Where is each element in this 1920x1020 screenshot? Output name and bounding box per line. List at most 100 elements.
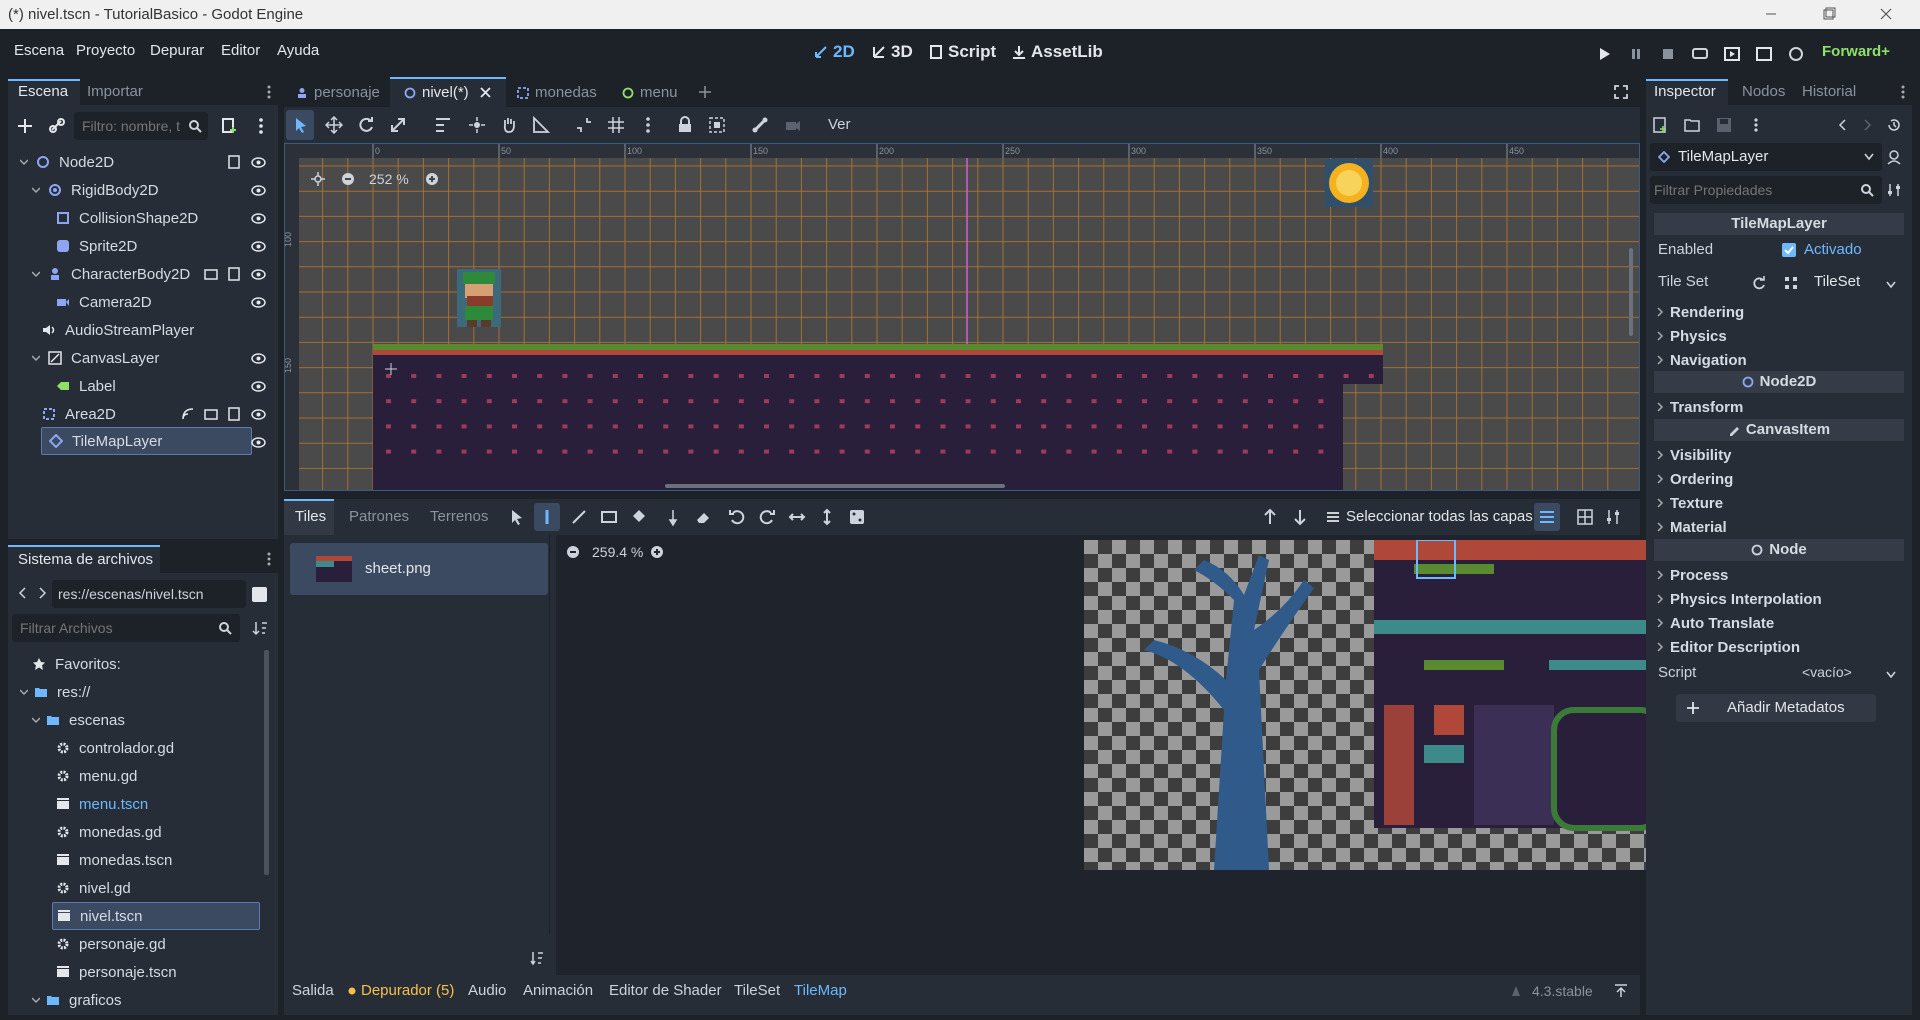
visibility-eye-icon[interactable] [251, 183, 266, 198]
rotate-right-icon[interactable] [758, 508, 776, 526]
file-filter-input[interactable] [18, 619, 208, 637]
random-tile-icon[interactable] [848, 508, 866, 526]
visibility-eye-icon[interactable] [251, 267, 266, 282]
visibility-eye-icon[interactable] [251, 407, 266, 422]
atlas-zoom[interactable]: 259.4 % [592, 544, 643, 560]
zoom-out-icon[interactable] [566, 545, 580, 559]
reset-icon[interactable] [1752, 276, 1766, 290]
eraser-tool-icon[interactable] [694, 508, 712, 526]
history-back-icon[interactable] [1838, 119, 1848, 131]
fs-res-folder[interactable]: res:// [20, 678, 90, 706]
grid-snap-icon[interactable] [607, 116, 625, 134]
inspector-category[interactable]: Editor Description [1656, 635, 1800, 659]
dock-menu-icon[interactable] [266, 551, 272, 567]
close-tab-icon[interactable] [480, 87, 491, 98]
chevron-down-icon[interactable] [32, 270, 40, 278]
pan-tool-icon[interactable] [500, 116, 518, 134]
snap-options-icon[interactable] [639, 116, 657, 134]
fs-file[interactable]: nivel.gd [56, 874, 131, 902]
history-forward-icon[interactable] [1862, 119, 1872, 131]
zoom-out-icon[interactable] [341, 172, 355, 186]
inspector-category[interactable]: Navigation [1656, 348, 1747, 372]
list-select-icon[interactable] [434, 116, 452, 134]
visibility-eye-icon[interactable] [251, 351, 266, 366]
override-camera-icon[interactable] [784, 116, 802, 134]
bottom-tab-tileset[interactable]: TileSet [734, 982, 780, 999]
chevron-down-icon[interactable] [1886, 281, 1896, 289]
tree-node-camera2d[interactable]: Camera2D [56, 288, 270, 316]
chevron-down-icon[interactable] [20, 688, 28, 696]
fs-file[interactable]: monedas.gd [56, 818, 162, 846]
inspector-category[interactable]: Transform [1656, 395, 1743, 419]
menu-ayuda[interactable]: Ayuda [277, 42, 319, 59]
tab-escena[interactable]: Escena [18, 83, 68, 100]
inspector-category[interactable]: Rendering [1656, 300, 1744, 324]
viewport-vscroll[interactable] [1629, 248, 1633, 336]
visibility-eye-icon[interactable] [251, 211, 266, 226]
editor-tab-personaje[interactable]: personaje [296, 84, 380, 101]
visibility-eye-icon[interactable] [251, 435, 266, 450]
canvas-viewport[interactable]: 0 50 100 150 200 250 300 350 400 450 100 150 252 % [284, 143, 1640, 491]
editor-tab-menu[interactable]: menu [622, 84, 678, 101]
stop-icon[interactable] [1659, 45, 1677, 63]
tree-node-audiostreamplayer[interactable]: AudioStreamPlayer [42, 316, 270, 344]
sort-icon[interactable] [252, 620, 268, 636]
tab-historial[interactable]: Historial [1802, 83, 1856, 100]
dock-menu-icon[interactable] [1900, 84, 1906, 100]
scene-filter-box[interactable] [74, 112, 208, 140]
menu-depurar[interactable]: Depurar [150, 42, 204, 59]
attach-script-icon[interactable] [220, 117, 238, 135]
select-tool-icon[interactable] [508, 508, 526, 526]
property-options-icon[interactable] [1886, 182, 1902, 198]
fs-file-selected[interactable]: nivel.tscn [52, 902, 260, 930]
fullscreen-icon[interactable] [1614, 85, 1628, 99]
menu-proyecto[interactable]: Proyecto [76, 42, 135, 59]
bucket-tool-icon[interactable] [630, 508, 648, 526]
new-resource-icon[interactable] [1652, 117, 1670, 135]
atlas-viewer[interactable]: 259.4 % [556, 535, 1788, 975]
move-tool-icon[interactable] [325, 116, 343, 134]
fs-file[interactable]: personaje.tscn [56, 958, 177, 986]
renderer-label[interactable]: Forward+ [1822, 43, 1890, 60]
toggle-grid-icon[interactable] [1576, 508, 1594, 526]
play-custom-icon[interactable] [1755, 45, 1773, 63]
scene-filter-input[interactable] [80, 117, 186, 135]
remote-debug-icon[interactable] [1691, 45, 1709, 63]
viewport-zoom[interactable]: 252 % [369, 171, 409, 187]
file-filter-box[interactable] [12, 614, 240, 642]
viewport-canvas[interactable]: 0 50 100 150 200 250 300 350 400 450 100 150 [285, 144, 1640, 491]
center-view-icon[interactable] [311, 172, 325, 186]
mode-2d[interactable]: 2D [814, 42, 855, 62]
inspector-category[interactable]: Visibility [1656, 443, 1731, 467]
minimize-button[interactable] [1748, 0, 1794, 29]
tab-filesystem[interactable]: Sistema de archivos [18, 551, 153, 568]
bottom-tab-animacion[interactable]: Animación [523, 982, 593, 999]
menu-escena[interactable]: Escena [14, 42, 64, 59]
bottom-tab-depurador[interactable]: Depurador (5) [348, 982, 454, 999]
chevron-down-icon[interactable] [20, 158, 28, 166]
tab-tiles[interactable]: Tiles [295, 508, 326, 525]
zoom-in-icon[interactable] [425, 172, 439, 186]
add-node-icon[interactable] [16, 117, 34, 135]
inspector-category[interactable]: Ordering [1656, 467, 1733, 491]
visibility-eye-icon[interactable] [251, 155, 266, 170]
signal-icon[interactable] [181, 407, 195, 421]
chevron-down-icon[interactable] [32, 716, 40, 724]
add-metadata-button[interactable]: Añadir Metadatos [1676, 694, 1876, 722]
tree-node-rigidbody2d[interactable]: RigidBody2D [32, 176, 270, 204]
group-icon[interactable] [708, 116, 726, 134]
inspector-category[interactable]: Material [1656, 515, 1727, 539]
enabled-value[interactable]: Activado [1804, 241, 1862, 258]
object-history-icon[interactable] [1886, 117, 1902, 133]
chevron-down-icon[interactable] [32, 354, 40, 362]
smart-snap-icon[interactable] [575, 116, 593, 134]
viewport-hscroll[interactable] [665, 484, 1005, 488]
visibility-eye-icon[interactable] [251, 239, 266, 254]
inspector-category[interactable]: Texture [1656, 491, 1723, 515]
menu-editor[interactable]: Editor [221, 42, 260, 59]
inspector-category[interactable]: Physics [1656, 324, 1727, 348]
layer-up-icon[interactable] [1261, 508, 1279, 526]
add-tab-icon[interactable] [698, 85, 712, 99]
chevron-down-icon[interactable] [32, 996, 40, 1004]
select-all-layers[interactable]: Seleccionar todas las capas [1326, 508, 1533, 525]
